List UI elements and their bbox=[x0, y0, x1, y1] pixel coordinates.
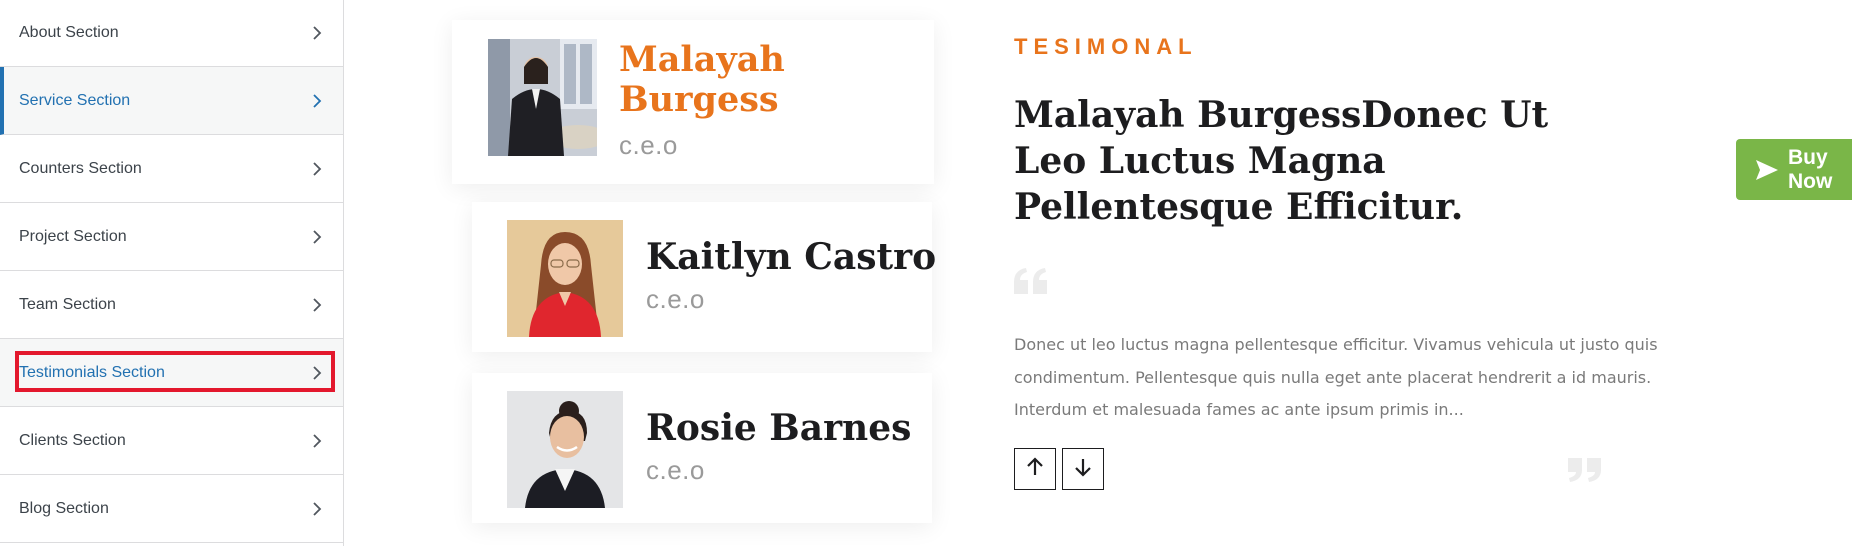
chevron-right-icon bbox=[309, 93, 325, 109]
buy-now-button[interactable]: Buy Now bbox=[1736, 139, 1852, 200]
sidebar-item-about[interactable]: About Section bbox=[0, 0, 343, 67]
avatar bbox=[507, 220, 623, 337]
sidebar-item-label: Team Section bbox=[19, 295, 116, 313]
quote-close-icon bbox=[1568, 458, 1602, 487]
sidebar-item-team[interactable]: Team Section bbox=[0, 271, 343, 339]
avatar bbox=[488, 39, 597, 156]
arrow-down-icon bbox=[1074, 457, 1092, 482]
sidebar-item-blog[interactable]: Blog Section bbox=[0, 475, 343, 543]
customizer-sidebar: About Section Service Section Counters S… bbox=[0, 0, 344, 546]
testimonial-card[interactable]: Rosie Barnes c.e.o bbox=[472, 373, 932, 523]
chevron-right-icon bbox=[309, 297, 325, 313]
sidebar-item-label: Counters Section bbox=[19, 159, 142, 177]
sidebar-item-clients[interactable]: Clients Section bbox=[0, 407, 343, 475]
testimonial-name: Kaitlyn Castro bbox=[646, 236, 937, 278]
quote-open-icon bbox=[1014, 268, 1048, 299]
chevron-right-icon bbox=[309, 501, 325, 517]
buy-now-label: Buy Now bbox=[1788, 145, 1833, 193]
chevron-right-icon bbox=[309, 229, 325, 245]
avatar bbox=[507, 391, 623, 508]
testimonial-body: Donec ut leo luctus magna pellentesque e… bbox=[1014, 335, 1658, 419]
testimonial-card[interactable]: Kaitlyn Castro c.e.o bbox=[472, 202, 936, 352]
sidebar-item-testimonials[interactable]: Testimonials Section bbox=[0, 339, 343, 407]
testimonial-headline: Malayah BurgessDonec Ut Leo Luctus Magna… bbox=[1014, 94, 1549, 228]
send-icon bbox=[1756, 159, 1778, 180]
testimonial-name: Rosie Barnes bbox=[646, 407, 912, 449]
next-testimonial-button[interactable] bbox=[1062, 448, 1104, 490]
testimonial-card[interactable]: Malayah Burgess c.e.o bbox=[452, 20, 934, 184]
sidebar-item-service[interactable]: Service Section bbox=[0, 67, 343, 135]
sidebar-item-label: About Section bbox=[19, 24, 119, 41]
sidebar-item-label: Clients Section bbox=[19, 431, 126, 449]
chevron-right-icon bbox=[309, 365, 325, 381]
sidebar-item-label: Testimonials Section bbox=[19, 363, 165, 381]
sidebar-item-label: Project Section bbox=[19, 227, 127, 245]
testimonial-name: Malayah Burgess bbox=[619, 39, 785, 121]
chevron-right-icon bbox=[309, 433, 325, 449]
sidebar-item-label: Blog Section bbox=[19, 499, 109, 517]
arrow-up-icon bbox=[1026, 456, 1044, 482]
testimonial-role: c.e.o bbox=[646, 284, 705, 314]
sidebar-item-project[interactable]: Project Section bbox=[0, 203, 343, 271]
chevron-right-icon bbox=[309, 161, 325, 177]
section-eyebrow: TESIMONAL bbox=[1014, 34, 1198, 59]
sidebar-item-counters[interactable]: Counters Section bbox=[0, 135, 343, 203]
testimonial-role: c.e.o bbox=[619, 130, 678, 160]
chevron-right-icon bbox=[309, 25, 325, 41]
prev-testimonial-button[interactable] bbox=[1014, 448, 1056, 490]
sidebar-item-label: Service Section bbox=[19, 91, 131, 109]
testimonial-role: c.e.o bbox=[646, 455, 705, 485]
